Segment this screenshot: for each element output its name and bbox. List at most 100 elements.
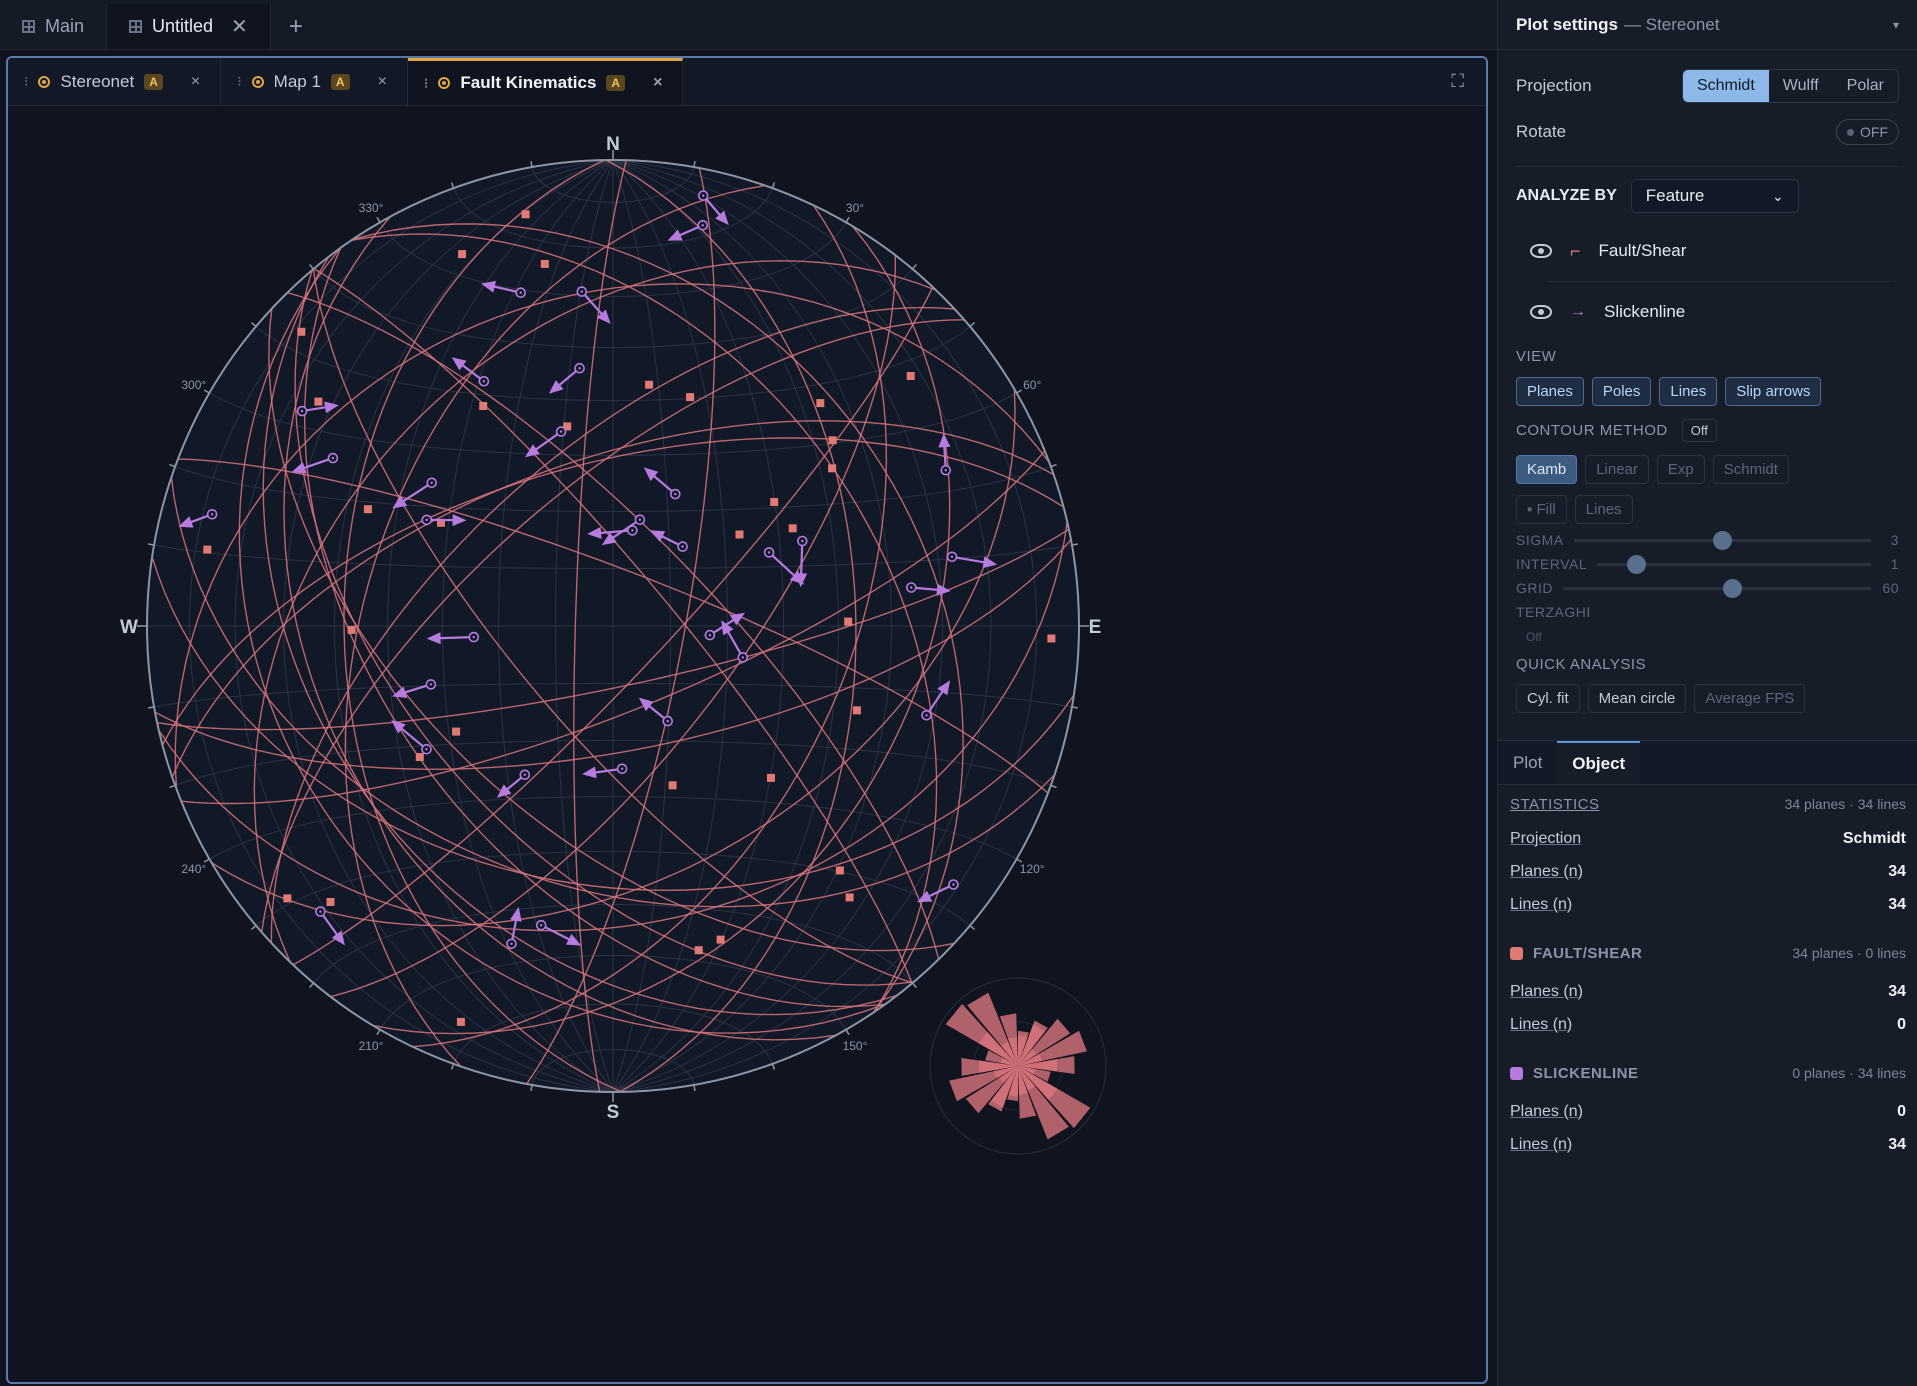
pole-marker[interactable] (347, 625, 356, 634)
quick-analysis-buttons: Cyl. fit Mean circle Average FPS (1498, 678, 1917, 718)
pole-marker[interactable] (456, 1017, 465, 1026)
pole-marker[interactable] (540, 259, 549, 268)
slider-value: 3 (1890, 532, 1899, 548)
analyze-by-select[interactable]: Feature ⌄ (1630, 179, 1799, 213)
pole-marker[interactable] (686, 393, 695, 402)
terzaghi-toggle[interactable]: Off (1498, 624, 1917, 650)
stat-value: Schmidt (1842, 829, 1906, 847)
contour-schmidt-button[interactable]: Schmidt (1712, 454, 1789, 484)
pole-marker[interactable] (828, 436, 837, 445)
degree-label-330: 330° (359, 201, 384, 215)
sigma-slider[interactable]: SIGMA 3 (1498, 528, 1917, 552)
view-slip-arrows-button[interactable]: Slip arrows (1725, 376, 1822, 406)
doc-tab-stereonet[interactable]: ⁝ Stereonet A × (8, 58, 222, 105)
contour-lines-button[interactable]: Lines (1574, 494, 1633, 524)
interval-slider[interactable]: INTERVAL 1 (1498, 552, 1917, 576)
close-icon[interactable]: × (191, 73, 200, 91)
contour-render: ▪ Fill Lines (1498, 490, 1917, 528)
drag-handle-icon[interactable]: ⁝ (424, 75, 428, 92)
pole-marker[interactable] (906, 372, 915, 380)
layer-slickenline[interactable]: → Slickenline (1498, 282, 1917, 342)
degree-tick (450, 182, 455, 189)
slider-track[interactable] (1597, 554, 1871, 574)
slider-track[interactable] (1563, 578, 1871, 598)
add-tab-button[interactable]: + (271, 4, 321, 49)
pole-marker[interactable] (694, 946, 703, 955)
stat-row: Planes (n) 34 (1510, 855, 1906, 888)
pole-marker[interactable] (1047, 634, 1056, 643)
close-icon[interactable]: × (653, 74, 662, 92)
pole-marker[interactable] (816, 399, 825, 408)
projection-row: Projection Schmidt Wulff Polar (1498, 54, 1917, 118)
pole-marker[interactable] (828, 464, 837, 473)
pole-marker[interactable] (735, 530, 744, 539)
eye-icon[interactable] (1530, 305, 1552, 319)
grid-slider[interactable]: GRID 60 (1498, 576, 1917, 600)
pole-marker[interactable] (297, 327, 306, 336)
pole-marker[interactable] (835, 866, 844, 875)
drag-handle-icon[interactable]: ⁝ (237, 73, 241, 90)
degree-tick (1071, 706, 1078, 709)
projection-polar[interactable]: Polar (1833, 70, 1898, 102)
contour-fill-button[interactable]: ▪ Fill (1516, 494, 1567, 524)
view-label: VIEW (1516, 347, 1557, 365)
average-fps-button[interactable]: Average FPS (1694, 683, 1806, 713)
degree-label-210: 210° (359, 1039, 384, 1053)
tab-plot[interactable]: Plot (1498, 741, 1557, 784)
pole-marker[interactable] (767, 773, 775, 782)
tab-object[interactable]: Object (1557, 741, 1641, 784)
pole-marker[interactable] (852, 706, 861, 715)
stat-value: 34 (1888, 982, 1906, 1000)
projection-wulff[interactable]: Wulff (1769, 70, 1833, 102)
contour-toggle[interactable]: Off (1681, 418, 1717, 442)
pole-marker[interactable] (363, 505, 372, 514)
collapse-icon[interactable]: ▾ (1893, 18, 1899, 32)
contour-kamb-button[interactable]: Kamb (1516, 454, 1578, 484)
pole-marker[interactable] (845, 893, 854, 902)
view-poles-button[interactable]: Poles (1591, 376, 1652, 406)
mean-circle-button[interactable]: Mean circle (1587, 683, 1687, 713)
cyl-fit-button[interactable]: Cyl. fit (1516, 683, 1580, 713)
layer-fault-shear[interactable]: ⌐ Fault/Shear (1498, 221, 1917, 281)
pole-marker[interactable] (770, 498, 779, 506)
pole-marker[interactable] (283, 894, 292, 903)
pole-marker[interactable] (314, 397, 323, 406)
close-icon[interactable]: × (378, 73, 387, 91)
projection-schmidt[interactable]: Schmidt (1682, 70, 1769, 102)
eye-icon[interactable] (1530, 244, 1552, 258)
slider-knob[interactable] (1713, 530, 1733, 550)
pole-marker[interactable] (716, 935, 725, 944)
pole-marker[interactable] (844, 617, 853, 626)
pole-marker[interactable] (668, 781, 677, 790)
stereonet-plot[interactable]: N S E W 30° 60° 120° 150° 210° 240° 300°… (8, 106, 1486, 1382)
view-planes-button[interactable]: Planes (1516, 376, 1584, 406)
pole-marker[interactable] (203, 545, 212, 554)
pole-marker[interactable] (458, 250, 467, 259)
doc-tab-map-1[interactable]: ⁝ Map 1 A × (221, 58, 408, 105)
rotate-toggle[interactable]: OFF (1836, 119, 1899, 145)
drag-handle-icon[interactable]: ⁝ (24, 73, 28, 90)
pole-marker[interactable] (479, 402, 488, 410)
pole-marker[interactable] (415, 753, 424, 761)
slider-track[interactable] (1573, 530, 1871, 550)
doc-tab-fault-kinematics[interactable]: ⁝ Fault Kinematics A × (407, 58, 684, 105)
tab-main[interactable]: Main (0, 4, 106, 49)
pole-marker[interactable] (788, 524, 797, 533)
projection-label: Projection (1516, 76, 1592, 95)
tab-untitled[interactable]: Untitled ✕ (106, 4, 271, 49)
slider-knob[interactable] (1626, 554, 1646, 574)
group-header-fault-shear: FAULT/SHEAR 34 planes · 0 lines (1510, 935, 1906, 971)
contour-linear-button[interactable]: Linear (1585, 454, 1649, 484)
slider-value: 60 (1882, 580, 1899, 596)
pole-marker[interactable] (452, 727, 461, 736)
slider-knob[interactable] (1723, 578, 1743, 598)
panel-header[interactable]: Plot settings — Stereonet ▾ (1498, 0, 1917, 50)
analyze-by-label: ANALYZE BY (1516, 187, 1617, 204)
close-icon[interactable]: ✕ (231, 14, 248, 39)
fullscreen-icon[interactable]: ⛶ (1451, 71, 1464, 92)
pole-marker[interactable] (326, 898, 335, 906)
view-lines-button[interactable]: Lines (1659, 376, 1718, 406)
pole-marker[interactable] (645, 380, 654, 389)
contour-exp-button[interactable]: Exp (1656, 454, 1705, 484)
pole-marker[interactable] (521, 210, 530, 219)
